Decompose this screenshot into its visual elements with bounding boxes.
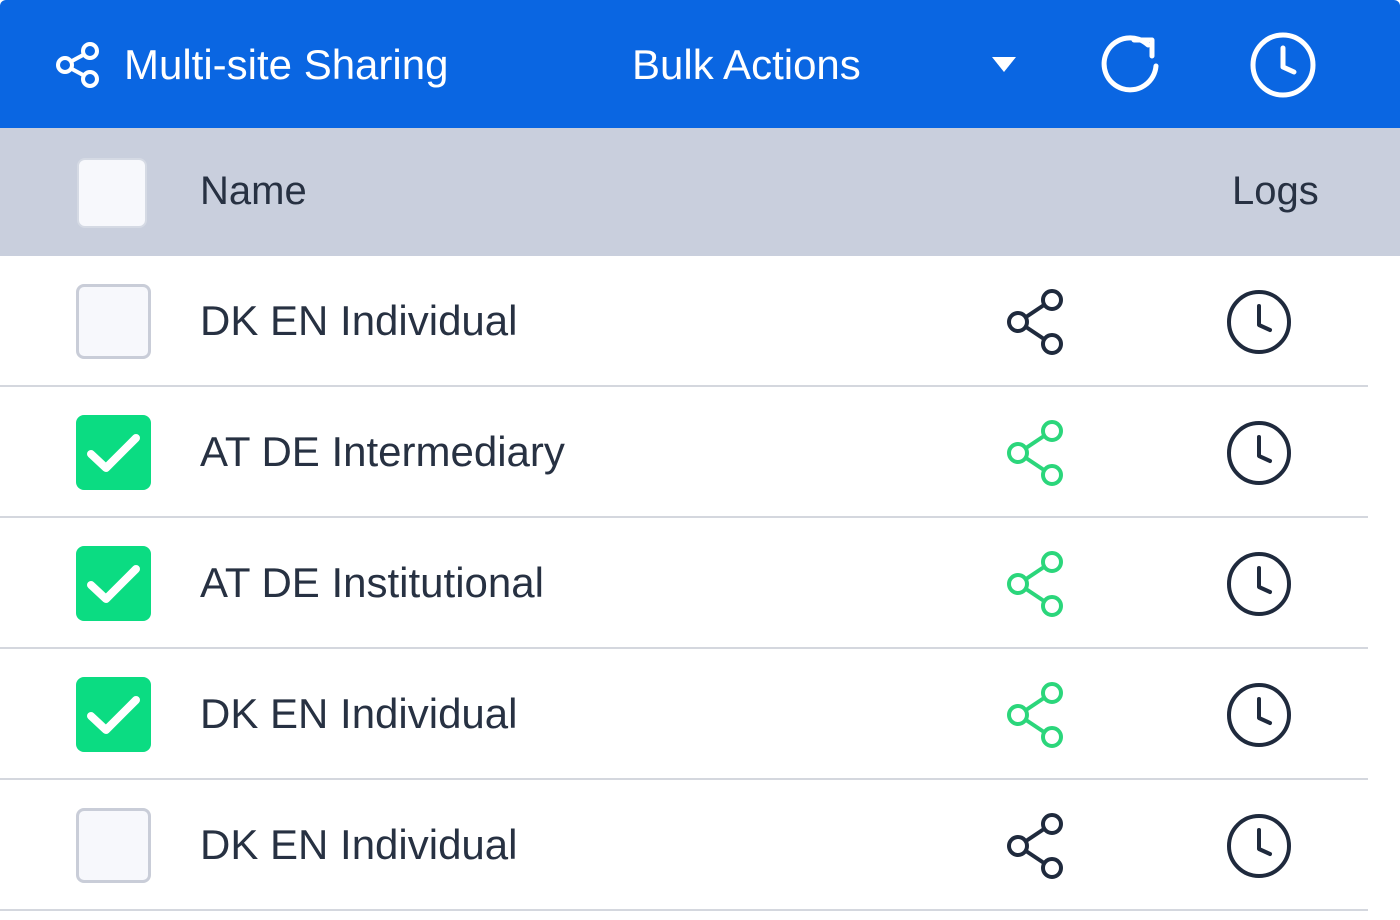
page-title: Multi-site Sharing [124, 41, 449, 88]
share-icon [56, 42, 99, 88]
bulk-actions-dropdown[interactable]: Bulk Actions [620, 30, 1040, 100]
checkmark-icon [87, 696, 140, 734]
logs-button[interactable] [1222, 810, 1292, 880]
row-name: DK EN Individual [200, 821, 518, 868]
row-name: DK EN Individual [200, 297, 518, 344]
column-header-logs: Logs [1232, 169, 1319, 213]
clock-icon [1227, 814, 1291, 878]
row-name: DK EN Individual [200, 690, 518, 737]
row-divider [0, 909, 1368, 911]
share-icon [1007, 551, 1063, 617]
table-row: AT DE Intermediary [0, 387, 1400, 518]
share-icon [1007, 289, 1063, 355]
table-header: Name Logs [0, 128, 1400, 256]
logs-button[interactable] [1222, 286, 1292, 356]
table-row: DK EN Individual [0, 649, 1400, 780]
caret-down-icon [992, 57, 1016, 72]
clock-icon [1227, 421, 1291, 485]
row-checkbox[interactable] [76, 808, 151, 883]
clock-icon [1227, 290, 1291, 354]
checkmark-icon [87, 565, 140, 603]
share-icon [1007, 813, 1063, 879]
clock-icon [1227, 683, 1291, 747]
logs-button[interactable] [1222, 679, 1292, 749]
checkmark-icon [87, 434, 140, 472]
column-header-name: Name [200, 169, 307, 213]
share-icon [1007, 682, 1063, 748]
share-button[interactable] [1000, 810, 1070, 880]
bulk-actions-label: Bulk Actions [632, 41, 861, 88]
row-name: AT DE Intermediary [200, 428, 565, 475]
share-button[interactable] [1000, 286, 1070, 356]
refresh-icon [1101, 35, 1159, 93]
history-button[interactable] [1248, 30, 1318, 100]
share-button[interactable] [1000, 679, 1070, 749]
select-all-checkbox[interactable] [77, 158, 147, 228]
row-checkbox[interactable] [76, 284, 151, 359]
row-checkbox[interactable] [76, 677, 151, 752]
row-checkbox[interactable] [76, 546, 151, 621]
row-name: AT DE Institutional [200, 559, 544, 606]
row-checkbox[interactable] [76, 415, 151, 490]
table-row: DK EN Individual [0, 780, 1400, 911]
share-button[interactable] [1000, 417, 1070, 487]
clock-icon [1250, 32, 1316, 98]
logs-button[interactable] [1222, 548, 1292, 618]
clock-icon [1227, 552, 1291, 616]
table-row: DK EN Individual [0, 256, 1400, 387]
share-icon [1007, 420, 1063, 486]
refresh-button[interactable] [1096, 30, 1166, 100]
logs-button[interactable] [1222, 417, 1292, 487]
share-button[interactable] [1000, 548, 1070, 618]
toolbar: Multi-site Sharing Bulk Actions [0, 0, 1400, 128]
table-row: AT DE Institutional [0, 518, 1400, 649]
